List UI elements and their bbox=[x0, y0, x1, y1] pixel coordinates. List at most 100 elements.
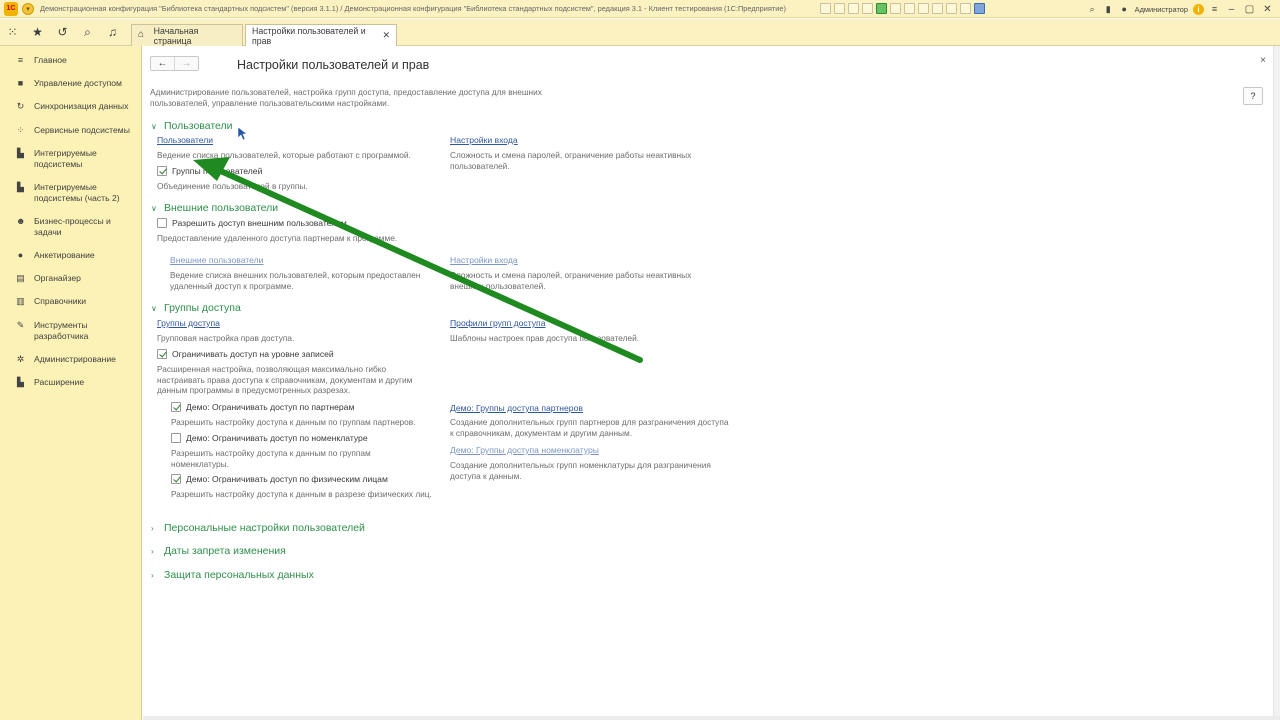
chevron-right-icon: › bbox=[151, 546, 154, 556]
favorites-star-icon[interactable]: ★ bbox=[25, 19, 50, 45]
memory-icon[interactable] bbox=[932, 3, 943, 14]
sidebar-item-devtools[interactable]: ✎ Инструменты разработчика bbox=[0, 320, 142, 342]
print-icon[interactable] bbox=[834, 3, 845, 14]
sidebar-item-integrated-2[interactable]: ▙ Интегрируемые подсистемы (часть 2) bbox=[0, 182, 142, 204]
access-profiles-desc: Шаблоны настроек прав доступа пользовате… bbox=[450, 333, 640, 343]
sidebar-item-main[interactable]: ≡ Главное bbox=[0, 55, 142, 66]
wrench-icon: ✎ bbox=[16, 320, 25, 330]
demo-nomenclature-checkbox-row[interactable]: Демо: Ограничивать доступ по номенклатур… bbox=[171, 433, 368, 443]
sidebar: ≡ Главное ■ Управление доступом ↻ Синхро… bbox=[0, 46, 142, 720]
sidebar-item-integrated[interactable]: ▙ Интегрируемые подсистемы bbox=[0, 148, 142, 170]
tools-icon: ⁘ bbox=[16, 125, 25, 135]
maximize-icon[interactable]: ▢ bbox=[1243, 4, 1256, 15]
sidebar-item-admin[interactable]: ✲ Администрирование bbox=[0, 354, 142, 365]
calendar-icon[interactable] bbox=[918, 3, 929, 14]
doc-icon[interactable] bbox=[820, 3, 831, 14]
access-groups-desc: Групповая настройка прав доступа. bbox=[157, 333, 295, 343]
sidebar-item-bp[interactable]: ☻ Бизнес-процессы и задачи bbox=[0, 216, 142, 238]
sidebar-item-survey[interactable]: ● Анкетирование bbox=[0, 250, 142, 261]
tab-user-settings[interactable]: Настройки пользователей и прав ✕ bbox=[245, 24, 397, 46]
history-icon[interactable]: ↺ bbox=[50, 19, 75, 45]
section-personal-settings[interactable]: › Персональные настройки пользователей bbox=[151, 522, 365, 534]
users-link[interactable]: Пользователи bbox=[157, 135, 213, 145]
users-desc: Ведение списка пользователей, которые ра… bbox=[157, 150, 411, 160]
menu-icon[interactable]: ≡ bbox=[1209, 4, 1220, 14]
window-title: Демонстрационная конфигурация "Библиотек… bbox=[40, 4, 787, 13]
demo-persons-checkbox[interactable] bbox=[171, 474, 181, 484]
user-name[interactable]: Администратор bbox=[1135, 5, 1188, 14]
chart-icon: ▙ bbox=[17, 148, 24, 158]
status-strip bbox=[143, 716, 1280, 720]
sidebar-item-access[interactable]: ■ Управление доступом bbox=[0, 78, 142, 89]
main-menu-button[interactable]: ▾ bbox=[22, 2, 34, 15]
history-nav: ← → bbox=[150, 56, 199, 71]
window-icon[interactable] bbox=[974, 3, 985, 14]
forward-arrow-icon[interactable]: → bbox=[174, 57, 198, 70]
close-form-icon[interactable]: × bbox=[1260, 55, 1266, 66]
partner-access-groups-link[interactable]: Демо: Группы доступа партнеров bbox=[450, 403, 583, 413]
tab-label: Начальная страница bbox=[153, 25, 199, 46]
title-bar: 1С ▾ Демонстрационная конфигурация "Библ… bbox=[0, 0, 1280, 18]
nomenclature-access-groups-link[interactable]: Демо: Группы доступа номенклатуры bbox=[450, 445, 599, 455]
demo-nomenclature-checkbox[interactable] bbox=[171, 433, 181, 443]
allow-external-checkbox-row[interactable]: Разрешить доступ внешним пользователям bbox=[157, 218, 347, 228]
close-tab-icon[interactable]: ✕ bbox=[382, 30, 390, 41]
user-groups-checkbox-row[interactable]: Группы пользователей bbox=[157, 166, 262, 176]
sidebar-item-service[interactable]: ⁘ Сервисные подсистемы bbox=[0, 125, 142, 136]
sidebar-item-sync[interactable]: ↻ Синхронизация данных bbox=[0, 101, 142, 112]
copy-icon[interactable] bbox=[862, 3, 873, 14]
chevron-down-icon: ∨ bbox=[151, 203, 157, 213]
external-login-settings-link[interactable]: Настройки входа bbox=[450, 255, 518, 265]
close-window-icon[interactable]: ✕ bbox=[1261, 4, 1274, 15]
nomenclature-access-groups-desc: Создание дополнительных групп номенклату… bbox=[450, 460, 711, 481]
demo-partners-desc: Разрешить настройку доступа к данным по … bbox=[171, 417, 416, 427]
bell-icon[interactable]: ♫ bbox=[100, 19, 125, 45]
sidebar-item-organizer[interactable]: ▤ Органайзер bbox=[0, 273, 142, 284]
tab-bar: ⁙ ★ ↺ ⌕ ♫ ⌂ Начальная страница Настройки… bbox=[0, 19, 1280, 46]
tab-home[interactable]: ⌂ Начальная страница bbox=[131, 24, 243, 46]
section-personal-data-protection[interactable]: › Защита персональных данных bbox=[151, 569, 314, 581]
minimize-icon[interactable]: – bbox=[1225, 4, 1238, 15]
rls-desc: Расширенная настройка, позволяющая макси… bbox=[157, 364, 413, 395]
page-title: Настройки пользователей и прав bbox=[237, 58, 430, 72]
memory-plus-icon[interactable] bbox=[946, 3, 957, 14]
section-users[interactable]: ∨ Пользователи bbox=[151, 120, 233, 132]
rls-checkbox[interactable] bbox=[157, 349, 167, 359]
allow-external-checkbox[interactable] bbox=[157, 218, 167, 228]
demo-partners-checkbox[interactable] bbox=[171, 402, 181, 412]
external-login-settings-desc: Сложность и смена паролей, ограничение р… bbox=[450, 270, 692, 291]
memory-minus-icon[interactable] bbox=[960, 3, 971, 14]
external-users-link[interactable]: Внешние пользователи bbox=[170, 255, 263, 265]
user-groups-checkbox[interactable] bbox=[157, 166, 167, 176]
vertical-scrollbar[interactable] bbox=[1273, 46, 1280, 716]
lock-icon: ■ bbox=[17, 78, 24, 88]
apps-grid-icon[interactable]: ⁙ bbox=[0, 19, 25, 45]
demo-nomenclature-desc: Разрешить настройку доступа к данным по … bbox=[171, 448, 371, 469]
section-change-prohibition-dates[interactable]: › Даты запрета изменения bbox=[151, 545, 286, 557]
help-button[interactable]: ? bbox=[1243, 87, 1263, 105]
back-arrow-icon[interactable]: ← bbox=[151, 57, 174, 70]
gear-icon: ✲ bbox=[16, 354, 25, 364]
access-profiles-link[interactable]: Профили групп доступа bbox=[450, 318, 545, 328]
search-icon[interactable]: ⌕ bbox=[75, 19, 100, 45]
demo-persons-checkbox-row[interactable]: Демо: Ограничивать доступ по физическим … bbox=[171, 474, 388, 484]
rls-checkbox-row[interactable]: Ограничивать доступ на уровне записей bbox=[157, 349, 334, 359]
sidebar-item-catalogs[interactable]: ▥ Справочники bbox=[0, 296, 142, 307]
demo-partners-checkbox-row[interactable]: Демо: Ограничивать доступ по партнерам bbox=[171, 402, 354, 412]
panel-icon[interactable]: ▮ bbox=[1103, 4, 1114, 15]
mail-icon[interactable] bbox=[848, 3, 859, 14]
section-access-groups[interactable]: ∨ Группы доступа bbox=[151, 302, 241, 314]
calc-icon[interactable] bbox=[890, 3, 901, 14]
section-external-users[interactable]: ∨ Внешние пользователи bbox=[151, 202, 278, 214]
home-icon: ⌂ bbox=[138, 29, 145, 40]
add-icon[interactable] bbox=[876, 3, 887, 14]
help-icon: ● bbox=[17, 250, 24, 260]
login-settings-link[interactable]: Настройки входа bbox=[450, 135, 518, 145]
search-icon[interactable]: ⌕ bbox=[1087, 4, 1098, 15]
access-groups-link[interactable]: Группы доступа bbox=[157, 318, 220, 328]
table-icon[interactable] bbox=[904, 3, 915, 14]
info-icon[interactable]: i bbox=[1193, 3, 1204, 15]
partner-access-groups-desc: Создание дополнительных групп партнеров … bbox=[450, 417, 729, 438]
sidebar-item-extension[interactable]: ▙ Расширение bbox=[0, 377, 142, 388]
allow-external-desc: Предоставление удаленного доступа партне… bbox=[157, 233, 398, 243]
